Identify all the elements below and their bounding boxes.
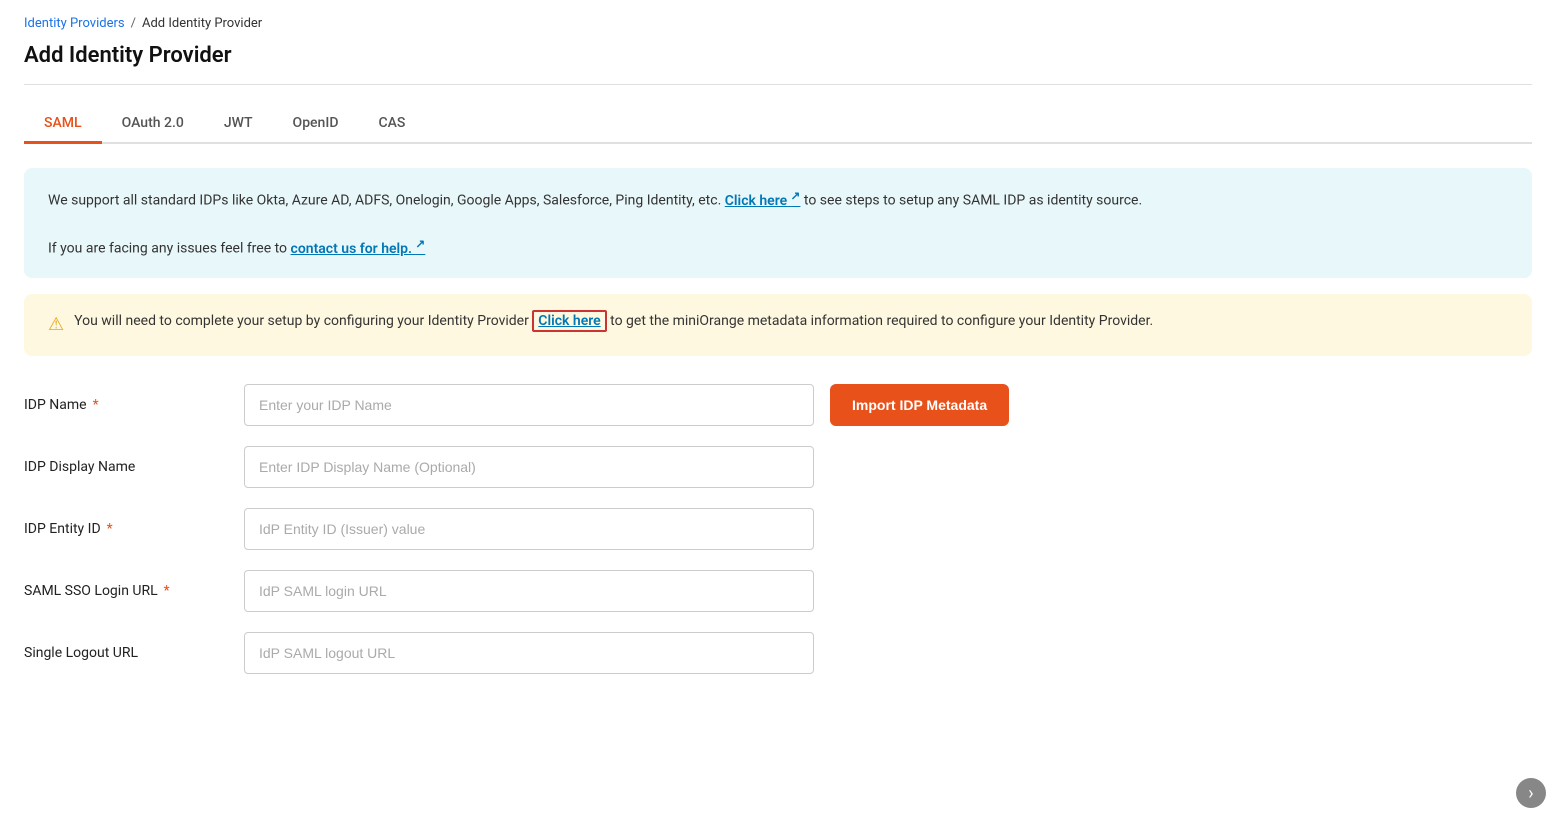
form-row-idp-entity-id: IDP Entity ID* i: [24, 508, 1532, 550]
page-divider: [24, 84, 1532, 85]
info-box-yellow: ⚠ You will need to complete your setup b…: [24, 294, 1532, 356]
idp-entity-id-input[interactable]: [244, 508, 814, 550]
import-idp-metadata-button[interactable]: Import IDP Metadata: [830, 384, 1009, 426]
idp-display-name-label: IDP Display Name: [24, 459, 244, 475]
form-section: IDP Name* i Import IDP Metadata IDP Disp…: [24, 384, 1532, 694]
tab-cas[interactable]: CAS: [358, 105, 425, 144]
breadcrumb-current: Add Identity Provider: [142, 16, 262, 31]
required-star-entity-id: *: [107, 521, 113, 537]
form-row-saml-sso-login-url: SAML SSO Login URL* i: [24, 570, 1532, 612]
form-row-idp-display-name: IDP Display Name i: [24, 446, 1532, 488]
single-logout-url-input[interactable]: [244, 632, 814, 674]
breadcrumb-separator: /: [131, 16, 136, 31]
scroll-down-indicator[interactable]: ›: [1516, 778, 1546, 808]
warning-icon: ⚠: [48, 311, 64, 340]
saml-sso-login-url-label: SAML SSO Login URL*: [24, 583, 244, 599]
click-here-link-1[interactable]: Click here ↗: [725, 193, 801, 209]
idp-name-input[interactable]: [244, 384, 814, 426]
single-logout-url-label: Single Logout URL: [24, 645, 244, 661]
tab-saml[interactable]: SAML: [24, 105, 102, 144]
tab-openid[interactable]: OpenID: [273, 105, 359, 144]
info-blue-line2: If you are facing any issues feel free t…: [48, 234, 1508, 260]
tab-jwt[interactable]: JWT: [204, 105, 273, 144]
form-row-idp-name: IDP Name* i Import IDP Metadata: [24, 384, 1532, 426]
click-here-link-2[interactable]: Click here: [532, 310, 606, 332]
page-title: Add Identity Provider: [24, 43, 1532, 68]
idp-entity-id-label: IDP Entity ID*: [24, 521, 244, 537]
required-star-idp-name: *: [93, 397, 99, 413]
idp-name-label: IDP Name*: [24, 397, 244, 413]
saml-sso-login-url-input[interactable]: [244, 570, 814, 612]
info-box-blue: We support all standard IDPs like Okta, …: [24, 168, 1532, 278]
tab-oauth2[interactable]: OAuth 2.0: [102, 105, 204, 144]
form-row-single-logout-url: Single Logout URL i: [24, 632, 1532, 674]
contact-us-link[interactable]: contact us for help. ↗: [291, 241, 426, 257]
required-star-saml-sso: *: [164, 583, 170, 599]
info-blue-line1: We support all standard IDPs like Okta, …: [48, 186, 1508, 212]
breadcrumb: Identity Providers / Add Identity Provid…: [24, 16, 1532, 31]
idp-display-name-input[interactable]: [244, 446, 814, 488]
tabs-container: SAML OAuth 2.0 JWT OpenID CAS: [24, 105, 1532, 144]
breadcrumb-link[interactable]: Identity Providers: [24, 16, 125, 31]
